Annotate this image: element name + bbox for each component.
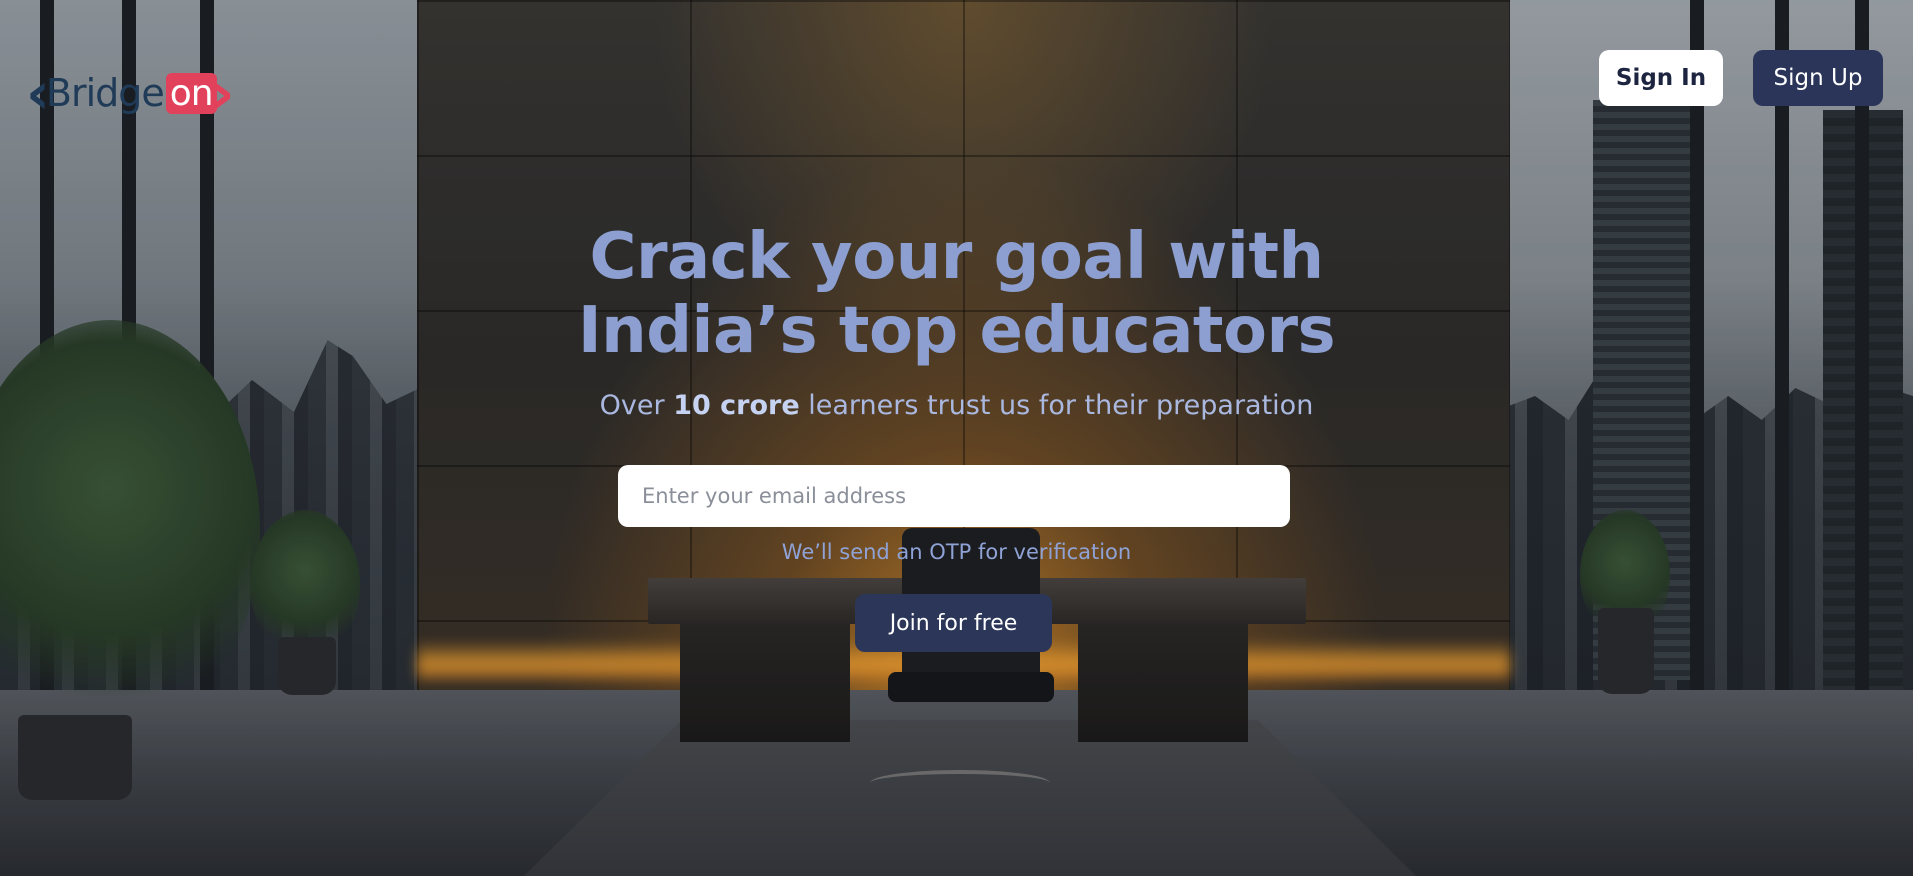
subtitle-suffix: learners trust us for their preparation — [799, 390, 1314, 421]
email-input[interactable] — [618, 465, 1290, 527]
hero-subtitle: Over 10 crore learners trust us for thei… — [0, 390, 1913, 421]
brand-logo[interactable]: ‹ Bridge on › — [26, 58, 235, 128]
sign-in-button[interactable]: Sign In — [1599, 50, 1723, 106]
logo-text: Bridge — [45, 71, 165, 115]
hero-title-line1: Crack your goal with — [589, 220, 1325, 294]
landing-page: ‹ Bridge on › Sign In Sign Up Crack your… — [0, 0, 1913, 876]
office-background — [0, 0, 1913, 876]
hero-title-line2: India’s top educators — [577, 294, 1336, 368]
hero-section: Crack your goal with India’s top educato… — [0, 220, 1913, 421]
chevron-right-icon: › — [210, 59, 235, 127]
otp-note: We’ll send an OTP for verification — [781, 540, 1132, 564]
subtitle-highlight: 10 crore — [673, 390, 800, 421]
subtitle-prefix: Over — [599, 390, 674, 421]
hero-title: Crack your goal with India’s top educato… — [0, 220, 1913, 368]
logo-accent: on — [165, 72, 217, 114]
overlay — [0, 0, 1913, 876]
email-field-wrapper — [618, 465, 1290, 527]
join-for-free-button[interactable]: Join for free — [855, 594, 1052, 652]
sign-up-button[interactable]: Sign Up — [1753, 50, 1883, 106]
